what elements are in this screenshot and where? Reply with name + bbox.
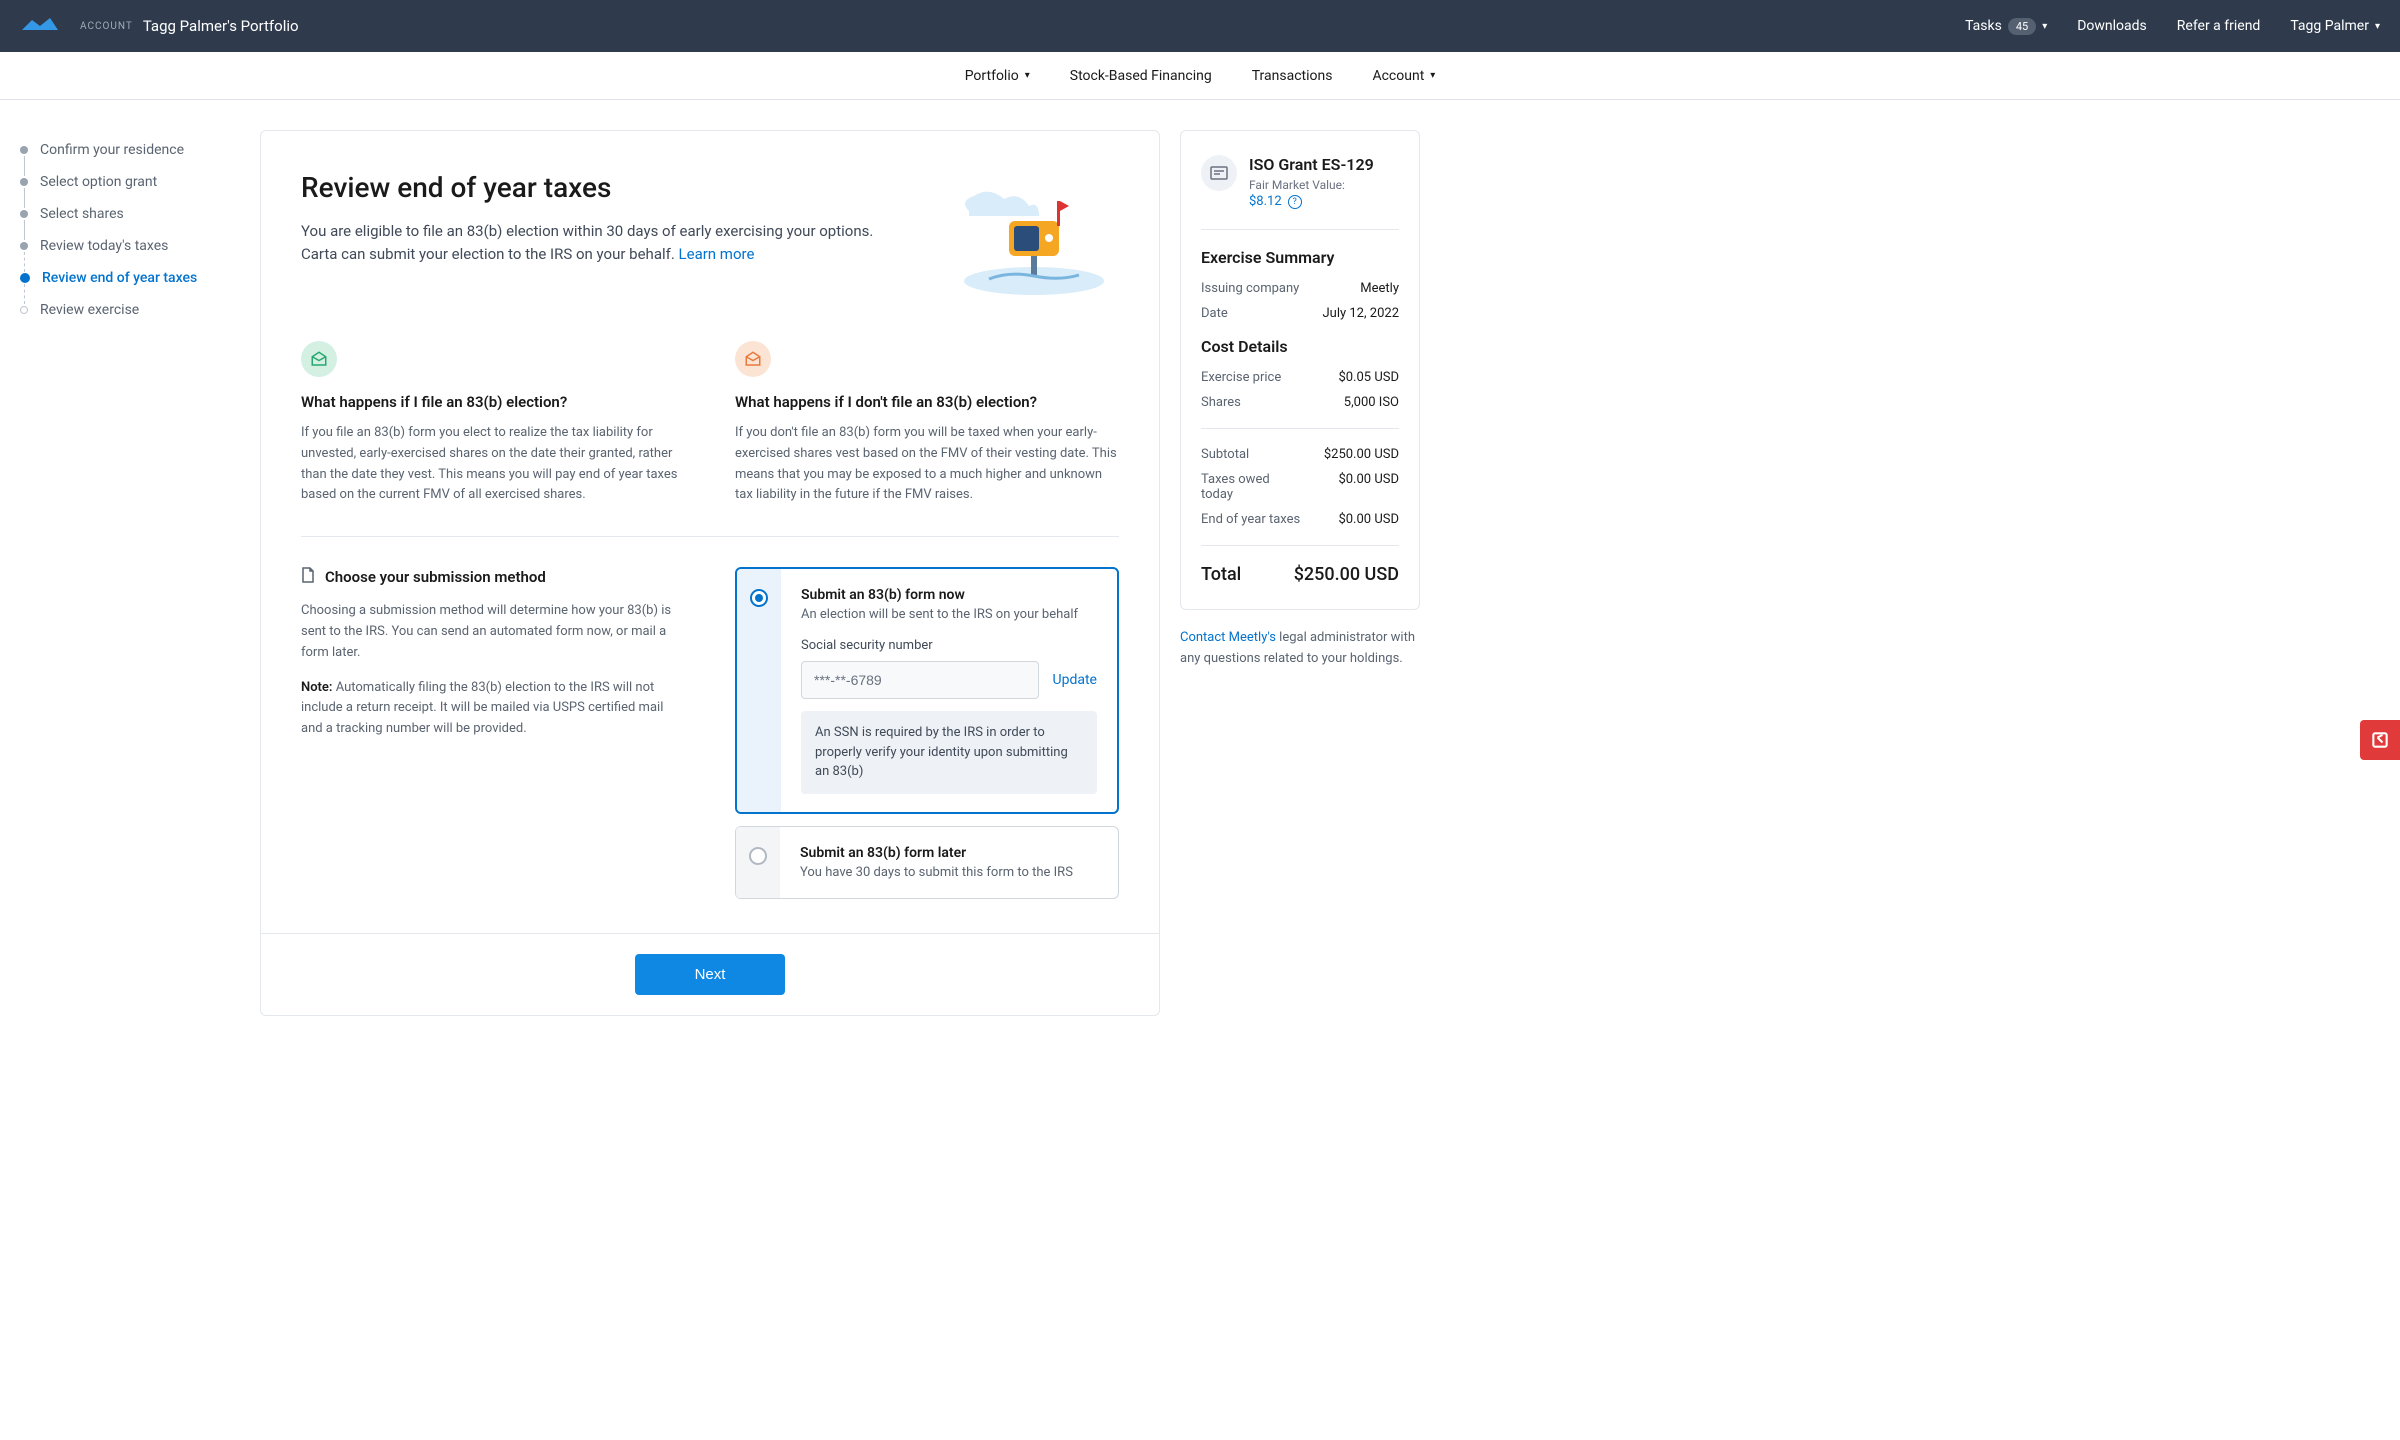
- footer-bar: Next: [261, 933, 1159, 1015]
- submission-heading: Choose your submission method: [301, 567, 685, 587]
- top-header: ACCOUNT Tagg Palmer's Portfolio Tasks 45…: [0, 0, 2400, 52]
- step-residence[interactable]: Confirm your residence: [20, 142, 240, 174]
- mailbox-illustration: [939, 171, 1119, 301]
- nav-financing[interactable]: Stock-Based Financing: [1070, 68, 1212, 84]
- nav-account[interactable]: Account ▾: [1372, 68, 1435, 84]
- tasks-link[interactable]: Tasks 45 ▾: [1965, 18, 2047, 35]
- subnav: Portfolio ▾ Stock-Based Financing Transa…: [0, 52, 2400, 100]
- radio-submit-now[interactable]: [750, 589, 768, 607]
- option-now-title: Submit an 83(b) form now: [801, 587, 1097, 603]
- contact-link[interactable]: Contact Meetly's: [1180, 630, 1276, 645]
- ssn-label: Social security number: [801, 638, 1097, 653]
- total-label: Total: [1201, 564, 1241, 585]
- sidebar: ISO Grant ES-129 Fair Market Value: $8.1…: [1180, 130, 1420, 1016]
- step-shares[interactable]: Select shares: [20, 206, 240, 238]
- user-menu[interactable]: Tagg Palmer ▾: [2290, 18, 2380, 34]
- nofile-83b-text: If you don't file an 83(b) form you will…: [735, 423, 1119, 506]
- envelope-open-icon: [735, 341, 771, 377]
- refer-link[interactable]: Refer a friend: [2177, 18, 2261, 34]
- submission-note: Note: Automatically filing the 83(b) ele…: [301, 678, 685, 740]
- option-submit-later[interactable]: Submit an 83(b) form later You have 30 d…: [735, 826, 1119, 899]
- nofile-83b-heading: What happens if I don't file an 83(b) el…: [735, 393, 1119, 411]
- main-card: Review end of year taxes You are eligibl…: [260, 130, 1160, 1016]
- cost-details-title: Cost Details: [1201, 337, 1399, 356]
- account-label: ACCOUNT: [80, 21, 133, 32]
- step-grant[interactable]: Select option grant: [20, 174, 240, 206]
- chevron-down-icon: ▾: [1430, 70, 1435, 81]
- chevron-down-icon: ▾: [2375, 21, 2380, 32]
- fmv-label: Fair Market Value:: [1249, 178, 1374, 192]
- option-now-sub: An election will be sent to the IRS on y…: [801, 607, 1097, 622]
- document-icon: [301, 567, 315, 587]
- radio-submit-later[interactable]: [749, 847, 767, 865]
- contact-text: Contact Meetly's legal administrator wit…: [1180, 628, 1420, 670]
- step-today-taxes[interactable]: Review today's taxes: [20, 238, 240, 270]
- feedback-button[interactable]: [2360, 720, 2400, 760]
- divider: [301, 536, 1119, 537]
- chevron-down-icon: ▾: [2042, 21, 2047, 32]
- ssn-input[interactable]: [801, 661, 1039, 699]
- page-description: You are eligible to file an 83(b) electi…: [301, 220, 909, 265]
- file-83b-text: If you file an 83(b) form you elect to r…: [301, 423, 685, 506]
- page-title: Review end of year taxes: [301, 171, 909, 204]
- grant-title: ISO Grant ES-129: [1249, 155, 1374, 174]
- total-value: $250.00 USD: [1294, 564, 1399, 585]
- next-button[interactable]: Next: [635, 954, 786, 995]
- option-later-sub: You have 30 days to submit this form to …: [800, 865, 1098, 880]
- exercise-summary-title: Exercise Summary: [1201, 248, 1399, 267]
- downloads-link[interactable]: Downloads: [2077, 18, 2147, 34]
- update-link[interactable]: Update: [1053, 672, 1097, 688]
- option-later-title: Submit an 83(b) form later: [800, 845, 1098, 861]
- envelope-open-icon: [301, 341, 337, 377]
- tasks-badge: 45: [2008, 18, 2036, 35]
- logo[interactable]: [20, 14, 60, 38]
- step-eoy-taxes[interactable]: Review end of year taxes: [20, 270, 240, 302]
- nav-portfolio[interactable]: Portfolio ▾: [965, 68, 1030, 84]
- stepper: Confirm your residence Select option gra…: [20, 130, 240, 1016]
- learn-more-link[interactable]: Learn more: [679, 245, 755, 263]
- portfolio-name[interactable]: Tagg Palmer's Portfolio: [143, 17, 299, 35]
- ssn-note: An SSN is required by the IRS in order t…: [801, 711, 1097, 794]
- step-review-exercise[interactable]: Review exercise: [20, 302, 240, 334]
- fmv-value: $8.12 ?: [1249, 194, 1374, 209]
- option-submit-now[interactable]: Submit an 83(b) form now An election wil…: [735, 567, 1119, 814]
- certificate-icon: [1201, 155, 1237, 191]
- chevron-down-icon: ▾: [1025, 70, 1030, 81]
- submission-text: Choosing a submission method will determ…: [301, 601, 685, 663]
- file-83b-heading: What happens if I file an 83(b) election…: [301, 393, 685, 411]
- nav-transactions[interactable]: Transactions: [1252, 68, 1333, 84]
- help-icon[interactable]: ?: [1288, 195, 1302, 209]
